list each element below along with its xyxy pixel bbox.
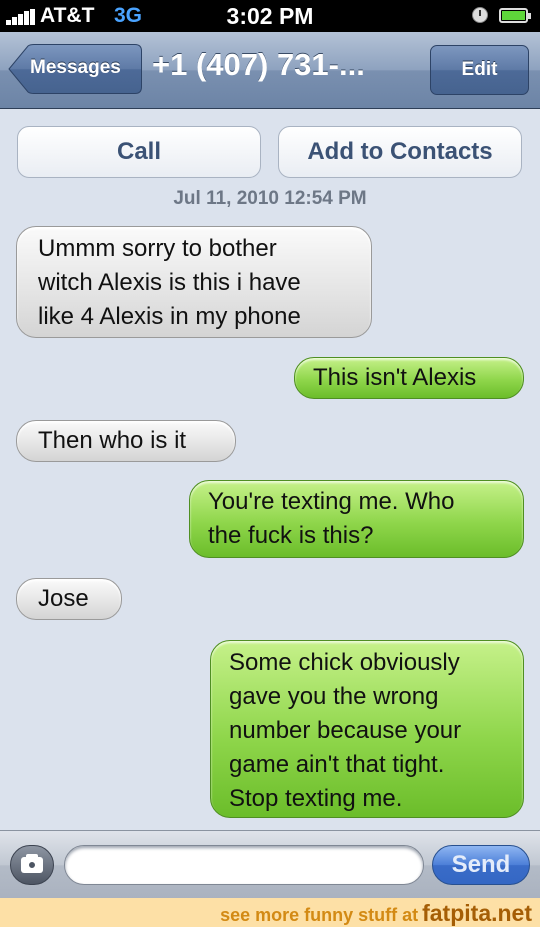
message-line: number because your [229, 717, 462, 744]
message-text-field[interactable] [64, 845, 424, 885]
outgoing-message-bubble[interactable]: Some chick obviously gave you the wrong … [210, 640, 524, 818]
message-line: You're texting me. Who [208, 488, 455, 515]
message-line: gave you the wrong [229, 683, 439, 710]
edit-button[interactable]: Edit [430, 45, 529, 95]
message-input-bar: Send [0, 830, 540, 899]
send-button[interactable]: Send [432, 845, 530, 885]
battery-icon [499, 8, 531, 23]
camera-icon[interactable] [10, 845, 54, 885]
conversation-title: +1 (407) 731-... [152, 47, 365, 82]
message-line: like 4 Alexis in my phone [38, 303, 301, 330]
clock-icon [472, 7, 488, 23]
incoming-message-bubble[interactable]: Ummm sorry to bother witch Alexis is thi… [16, 226, 372, 338]
message-line: witch Alexis is this i have [38, 269, 301, 296]
message-line: game ain't that tight. [229, 751, 445, 778]
back-button-label: Messages [30, 57, 121, 78]
message-line: Ummm sorry to bother [38, 235, 277, 262]
navigation-bar: Messages +1 (407) 731-... Edit [0, 32, 540, 109]
message-timestamp: Jul 11, 2010 12:54 PM [173, 188, 367, 209]
outgoing-message-bubble[interactable]: You're texting me. Who the fuck is this? [189, 480, 524, 558]
add-to-contacts-button[interactable]: Add to Contacts [278, 126, 522, 178]
incoming-message-bubble[interactable]: Jose [16, 578, 122, 620]
outgoing-message-bubble[interactable]: This isn't Alexis [294, 357, 524, 399]
footer-prefix: see more funny stuff at [220, 905, 419, 925]
status-bar: AT&T 3G 3:02 PM [0, 0, 540, 32]
footer-brand: fatpita.net [422, 900, 532, 926]
status-time: 3:02 PM [226, 3, 314, 29]
call-button[interactable]: Call [17, 126, 261, 178]
incoming-message-bubble[interactable]: Then who is it [16, 420, 236, 462]
message-line: Some chick obviously [229, 649, 460, 676]
message-line: This isn't Alexis [313, 364, 477, 391]
message-line: Jose [38, 585, 89, 612]
message-line: Then who is it [38, 427, 187, 454]
message-line: the fuck is this? [208, 522, 374, 549]
watermark-footer: see more funny stuff at fatpita.net [0, 898, 540, 927]
message-line: Stop texting me. [229, 785, 403, 812]
back-button[interactable]: Messages [8, 44, 142, 94]
